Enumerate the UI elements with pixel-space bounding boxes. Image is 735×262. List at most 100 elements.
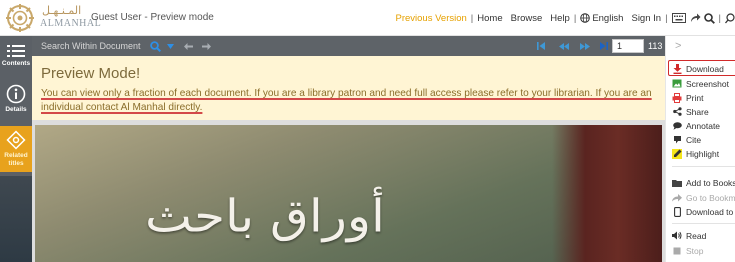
- cite-button[interactable]: Cite: [672, 133, 701, 146]
- share-arrow-icon: [690, 13, 701, 22]
- document-toolbar: Search Within Document 1 113: [32, 36, 665, 56]
- go-to-bookmark-button[interactable]: Go to Bookmark: [672, 191, 735, 204]
- contents-label: Contents: [1, 60, 31, 67]
- logo-arabic-text: المـنـهـل: [42, 4, 82, 17]
- document-viewer[interactable]: أوراق باحث: [32, 120, 665, 262]
- go-to-bookmark-label: Go to Bookmark: [686, 192, 735, 203]
- nav-sign-in[interactable]: Sign In: [631, 13, 661, 24]
- annotate-button[interactable]: Annotate: [672, 119, 720, 132]
- top-nav: Previous Version | Home Browse Help | En…: [396, 11, 735, 25]
- read-aloud-button[interactable]: Read: [672, 229, 706, 242]
- comment-icon: [672, 121, 682, 131]
- image-icon: [672, 79, 682, 89]
- add-to-bookshelf-button[interactable]: Add to Bookshelf: [672, 176, 735, 189]
- tools-panel: > Download Screenshot Print Share Annota…: [665, 36, 735, 262]
- almanhal-logo[interactable]: المـنـهـل ALMANHAL: [4, 3, 101, 33]
- highlight-button[interactable]: Highlight: [672, 147, 719, 160]
- print-button[interactable]: Print: [672, 91, 703, 104]
- nav-separator: |: [665, 12, 668, 24]
- last-page-icon: [600, 42, 608, 50]
- app-root: المـنـهـل ALMANHAL Guest User - Preview …: [0, 0, 735, 262]
- annotate-label: Annotate: [686, 120, 721, 131]
- rail-background-strip: [0, 176, 32, 262]
- collapse-panel-button[interactable]: >: [675, 40, 681, 52]
- first-page-icon: [537, 42, 545, 50]
- search-next-button[interactable]: [200, 39, 212, 53]
- nav-home[interactable]: Home: [477, 13, 502, 24]
- stop-reading-button[interactable]: Stop: [672, 244, 704, 257]
- list-icon: [7, 45, 25, 57]
- cover-decoration: [552, 125, 662, 262]
- page-number-input[interactable]: 1: [612, 39, 644, 53]
- nav-browse[interactable]: Browse: [511, 13, 543, 24]
- screenshot-label: Screenshot: [686, 78, 729, 89]
- arrow-right-icon: [201, 42, 211, 50]
- contents-button[interactable]: Contents: [0, 44, 32, 67]
- download-button[interactable]: Download: [672, 62, 724, 75]
- left-rail: Contents Details Related titles: [0, 36, 32, 262]
- details-label: Details: [5, 106, 27, 113]
- share-label: Share: [686, 106, 709, 117]
- share-icon: [672, 107, 682, 117]
- book-cover-title: أوراق باحث: [145, 189, 385, 243]
- stop-icon: [672, 246, 682, 256]
- print-label: Print: [686, 92, 704, 103]
- search-icon: [703, 12, 715, 24]
- globe-icon: [580, 13, 591, 23]
- search-button[interactable]: [703, 12, 715, 24]
- download-to-device-label: Download to Device: [686, 206, 735, 217]
- language-selector[interactable]: English: [580, 13, 623, 24]
- search-document-button[interactable]: [148, 39, 162, 53]
- next-page-button[interactable]: [578, 39, 592, 53]
- keyboard-button[interactable]: [671, 13, 686, 23]
- cite-label: Cite: [686, 134, 702, 145]
- panel-divider: [672, 166, 735, 167]
- stop-label: Stop: [686, 245, 704, 256]
- search-icon: [149, 40, 161, 52]
- download-icon: [672, 63, 682, 74]
- nav-separator: |: [470, 12, 474, 24]
- device-icon: [672, 206, 682, 217]
- panel-divider: [672, 223, 735, 224]
- last-page-button[interactable]: [598, 39, 610, 53]
- download-label: Download: [686, 63, 724, 74]
- nav-help[interactable]: Help: [550, 13, 570, 24]
- logo-emblem-icon: [6, 4, 34, 32]
- search-icon: [725, 12, 735, 23]
- keyboard-icon: [671, 13, 686, 23]
- book-cover-image: أوراق باحث: [35, 125, 662, 262]
- details-button[interactable]: Details: [0, 84, 32, 113]
- user-search-button[interactable]: [725, 12, 735, 24]
- search-within-document-input[interactable]: Search Within Document: [41, 41, 141, 51]
- info-icon: [6, 84, 26, 104]
- preview-notice-message: You can view only a fraction of each doc…: [41, 88, 652, 113]
- related-label-line2: titles: [8, 160, 24, 167]
- arrow-left-icon: [183, 42, 193, 50]
- download-to-device-button[interactable]: Download to Device: [672, 205, 735, 218]
- first-page-button[interactable]: [535, 39, 547, 53]
- nav-separator: |: [573, 12, 577, 24]
- search-options-dropdown[interactable]: [165, 39, 175, 53]
- related-titles-button[interactable]: Related titles: [0, 126, 32, 172]
- nav-separator: |: [718, 12, 721, 24]
- language-label: English: [592, 12, 624, 24]
- related-label-line1: Related: [4, 152, 28, 159]
- preview-notice: Preview Mode! You can view only a fracti…: [32, 56, 665, 120]
- search-previous-button[interactable]: [182, 39, 194, 53]
- top-header: المـنـهـل ALMANHAL Guest User - Preview …: [0, 0, 735, 36]
- share-button[interactable]: [690, 13, 701, 23]
- share-document-button[interactable]: Share: [672, 105, 709, 118]
- arrow-icon: [672, 193, 682, 203]
- quote-icon: [672, 135, 682, 145]
- highlighter-icon: [672, 148, 682, 159]
- nav-previous-version[interactable]: Previous Version: [396, 13, 467, 24]
- previous-page-button[interactable]: [557, 39, 571, 53]
- rewind-icon: [559, 42, 569, 50]
- guest-mode-label: Guest User - Preview mode: [91, 12, 214, 23]
- add-to-bookshelf-label: Add to Bookshelf: [686, 177, 735, 188]
- page-total-count: 113: [648, 41, 663, 51]
- related-titles-icon: [6, 130, 26, 150]
- fast-forward-icon: [580, 42, 590, 50]
- speaker-icon: [672, 231, 682, 241]
- screenshot-button[interactable]: Screenshot: [672, 77, 729, 90]
